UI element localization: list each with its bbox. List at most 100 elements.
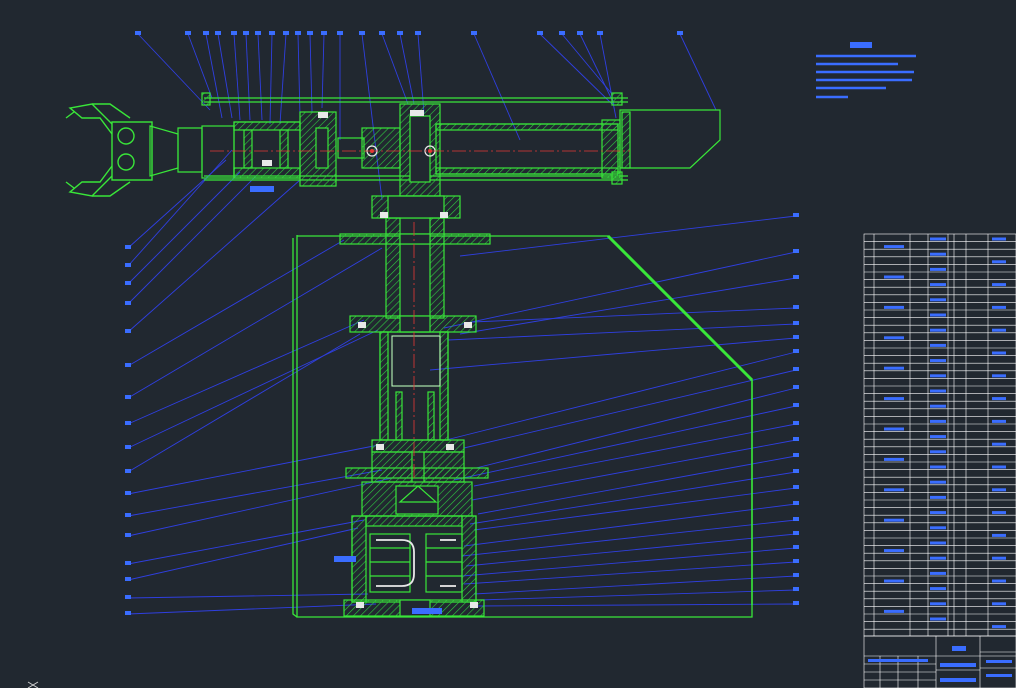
balloon-tag (793, 421, 799, 425)
balloon-tag (125, 395, 131, 399)
leader-line (463, 561, 797, 585)
balloon-tag (793, 559, 799, 563)
leader-line (679, 33, 717, 111)
leader-line (127, 247, 383, 399)
parts-table-cell-mark (992, 465, 1006, 469)
balloon-tag (125, 245, 131, 249)
parts-table-cell-mark (930, 511, 946, 515)
leader-line (245, 33, 251, 121)
balloon-tag (135, 31, 141, 35)
balloon-tag (125, 469, 131, 473)
balloon-tag (185, 31, 191, 35)
balloon-tag (577, 31, 583, 35)
parts-table-cell-mark (930, 526, 946, 530)
leader-line (453, 405, 797, 481)
parts-table-cell-mark (992, 625, 1006, 629)
parts-table-cell-mark (992, 328, 1006, 332)
balloon-tag (793, 437, 799, 441)
leader-line (579, 33, 615, 105)
balloon-tag (793, 305, 799, 309)
balloon-tag (793, 321, 799, 325)
balloon-tag (793, 349, 799, 353)
parts-table-cell-mark (884, 579, 904, 583)
leader-line (127, 149, 233, 267)
balloon-tag (125, 329, 131, 333)
leader-line (127, 469, 383, 517)
balloon-tag (215, 31, 221, 35)
parts-table-cell-mark (992, 533, 1006, 537)
leader-line (471, 307, 797, 323)
horizontal-arm (149, 92, 721, 197)
balloon-tag (793, 545, 799, 549)
parts-table-cell-mark (930, 404, 946, 408)
balloon-tag (255, 31, 261, 35)
parts-table-cell-mark (884, 275, 904, 279)
parts-table-cell-mark (884, 488, 904, 492)
balloon-tag (793, 275, 799, 279)
balloon-tag (415, 31, 421, 35)
leader-line (447, 323, 797, 341)
leader-line (539, 33, 613, 105)
leader-line (127, 319, 365, 425)
parts-list-table[interactable] (863, 233, 1016, 637)
technical-notes (816, 42, 916, 99)
balloon-tag (793, 249, 799, 253)
parts-table-cell-mark (992, 351, 1006, 355)
parts-table-cell-mark (930, 617, 946, 621)
balloon-tag (793, 367, 799, 371)
leader-line (127, 527, 359, 581)
leader-line (361, 33, 383, 201)
assembly-drawing[interactable] (0, 0, 1016, 688)
parts-table-cell-mark (884, 457, 904, 461)
balloon-tag (243, 31, 249, 35)
balloon-tag (125, 577, 131, 581)
balloon-tag (793, 335, 799, 339)
parts-table-cell-mark (992, 511, 1006, 515)
balloon-tag (295, 31, 301, 35)
parts-table-cell-mark (992, 419, 1006, 423)
leader-line (445, 351, 797, 441)
balloon-tag (125, 533, 131, 537)
parts-table-cell-mark (884, 305, 904, 309)
leader-line (471, 439, 797, 501)
parts-table-cell-mark (884, 366, 904, 370)
leader-line (127, 329, 379, 449)
leader-line (127, 603, 377, 615)
balloon-tag (793, 573, 799, 577)
leader-line (461, 547, 797, 577)
leader-line (297, 33, 301, 117)
parts-table-cell-mark (992, 260, 1006, 264)
balloon-tag (125, 611, 131, 615)
balloon-tag (321, 31, 327, 35)
cad-viewport[interactable] (0, 0, 1016, 688)
parts-table-cell-mark (930, 435, 946, 439)
parts-table-cell-mark (992, 283, 1006, 287)
balloon-tag (559, 31, 565, 35)
parts-table-cell-mark (930, 283, 946, 287)
balloon-tag (125, 421, 131, 425)
parts-table-cell-mark (992, 442, 1006, 446)
parts-table-cell-mark (930, 587, 946, 591)
title-block[interactable] (863, 635, 1016, 688)
parts-table-cell-mark (930, 252, 946, 256)
balloon-tag (307, 31, 313, 35)
balloon-tag (125, 301, 131, 305)
balloon-tag (793, 213, 799, 217)
parts-table-cell-mark (992, 602, 1006, 606)
balloon-tag (793, 501, 799, 505)
balloon-tag (793, 517, 799, 521)
parts-table-cell-mark (930, 298, 946, 302)
balloon-tag (283, 31, 289, 35)
parts-table-cell-mark (930, 480, 946, 484)
balloon-tag (125, 595, 131, 599)
leader-line (137, 33, 211, 111)
parts-table-cell-mark (930, 465, 946, 469)
balloon-tag (793, 485, 799, 489)
leader-line (399, 33, 415, 105)
parts-table-cell-mark (930, 313, 946, 317)
leader-line (279, 33, 287, 125)
balloon-tag (337, 31, 343, 35)
leader-line (475, 387, 797, 469)
balloon-tag (125, 263, 131, 267)
parts-table-cell-mark (992, 397, 1006, 401)
